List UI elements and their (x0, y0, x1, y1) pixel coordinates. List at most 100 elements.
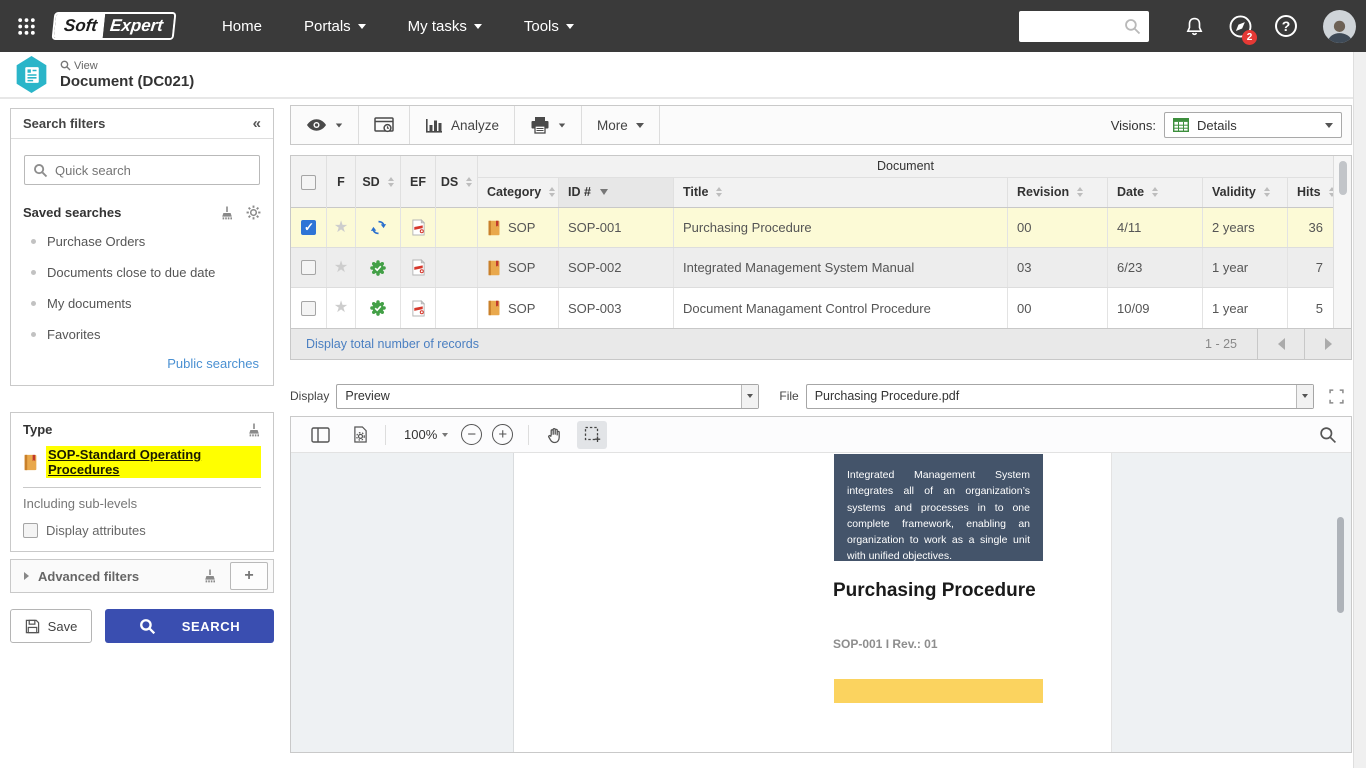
file-label: File (779, 389, 798, 403)
save-button[interactable]: Save (10, 609, 92, 643)
window-clock-icon (374, 117, 394, 134)
saved-search-item[interactable]: Favorites (23, 319, 261, 350)
display-attributes-toggle[interactable]: Display attributes (23, 523, 261, 538)
help-icon[interactable]: ? (1263, 15, 1309, 37)
table-header: F SD EF DS Document Category ID # Title … (291, 156, 1333, 208)
col-category[interactable]: Category (478, 178, 559, 207)
col-hits[interactable]: Hits (1288, 178, 1333, 207)
prev-page-button[interactable] (1257, 329, 1304, 359)
toggle-sidebar-icon[interactable] (305, 421, 335, 449)
col-title[interactable]: Title (674, 178, 1008, 207)
saved-searches-section: Saved searches Purchase Orders Documents… (11, 199, 273, 385)
zoom-out-icon[interactable]: − (461, 424, 482, 445)
print-button[interactable] (515, 106, 582, 144)
col-sd[interactable]: SD (356, 156, 401, 208)
clear-filter-icon[interactable] (203, 569, 217, 583)
gear-icon[interactable] (246, 205, 261, 220)
type-selected-link[interactable]: SOP-Standard Operating Procedures (46, 446, 261, 478)
fullscreen-icon[interactable] (1329, 389, 1344, 404)
saved-searches-title: Saved searches (23, 205, 208, 220)
col-ds[interactable]: DS (436, 156, 478, 208)
helpdesk-icon[interactable]: 2 (1217, 14, 1263, 39)
quick-search-input[interactable] (55, 163, 251, 178)
menu-portals[interactable]: Portals (283, 0, 387, 52)
search-filters-header: Search filters « (11, 109, 273, 139)
page-settings-icon[interactable] (345, 421, 375, 449)
col-id[interactable]: ID # (559, 178, 674, 207)
pdf-file-icon[interactable] (411, 259, 426, 276)
col-f[interactable]: F (327, 156, 356, 208)
table-view-icon (1173, 118, 1189, 132)
display-total-link[interactable]: Display total number of records (291, 337, 1205, 351)
table-row[interactable]: ★ SOP SOP-003 Document Managament Contro… (291, 288, 1333, 328)
public-searches-link[interactable]: Public searches (23, 350, 261, 373)
caret-down-icon (1325, 123, 1333, 128)
search-button[interactable]: SEARCH (105, 609, 274, 643)
col-validity[interactable]: Validity (1203, 178, 1288, 207)
app-grid-icon[interactable] (13, 13, 39, 39)
col-date[interactable]: Date (1108, 178, 1203, 207)
add-filter-button[interactable]: + (230, 562, 268, 590)
title-block: View Document (DC021) (60, 60, 194, 90)
pdf-search-icon[interactable] (1319, 426, 1337, 444)
pdf-file-icon[interactable] (411, 300, 426, 317)
revision-schedule-button[interactable] (359, 106, 410, 144)
next-page-button[interactable] (1304, 329, 1351, 359)
results-table: F SD EF DS Document Category ID # Title … (290, 155, 1352, 329)
user-avatar[interactable] (1323, 10, 1356, 43)
top-navbar: Soft Expert Home Portals My tasks Tools … (0, 0, 1366, 52)
favorite-star-icon[interactable]: ★ (334, 260, 348, 276)
file-select[interactable]: Purchasing Procedure.pdf (806, 384, 1314, 409)
caret-down-icon (474, 24, 482, 29)
pdf-scrollbar-thumb[interactable] (1337, 517, 1344, 613)
notifications-bell-icon[interactable] (1171, 16, 1217, 37)
zoom-level-dropdown[interactable]: 100% (404, 427, 448, 442)
table-scrollbar[interactable] (1333, 156, 1351, 328)
zoom-in-icon[interactable]: + (492, 424, 513, 445)
more-button[interactable]: More (582, 106, 660, 144)
visions-dropdown[interactable]: Details (1164, 112, 1342, 138)
favorite-star-icon[interactable]: ★ (334, 300, 348, 316)
row-checkbox[interactable] (301, 220, 316, 235)
divider (23, 487, 261, 488)
col-revision[interactable]: Revision (1008, 178, 1108, 207)
marquee-select-icon[interactable] (577, 421, 607, 449)
clear-filter-icon[interactable] (247, 423, 261, 437)
display-attributes-checkbox[interactable] (23, 523, 38, 538)
favorite-star-icon[interactable]: ★ (334, 220, 348, 236)
select-all-checkbox[interactable] (301, 175, 316, 190)
status-in-revision-icon (370, 219, 387, 236)
next-arrow-icon (1325, 338, 1332, 350)
pdf-file-icon[interactable] (411, 219, 426, 236)
floppy-icon (25, 619, 40, 634)
col-ef[interactable]: EF (401, 156, 436, 208)
saved-search-item[interactable]: Documents close to due date (23, 257, 261, 288)
softexpert-logo[interactable]: Soft Expert (52, 12, 177, 40)
saved-search-item[interactable]: Purchase Orders (23, 226, 261, 257)
pan-hand-icon[interactable] (539, 421, 569, 449)
window-scrollbar[interactable] (1353, 52, 1366, 768)
pdf-content[interactable]: Integrated Management System integrates … (291, 453, 1351, 752)
menu-home[interactable]: Home (201, 0, 283, 52)
row-checkbox[interactable] (301, 301, 316, 316)
display-select[interactable]: Preview (336, 384, 759, 409)
global-search-input[interactable] (1020, 19, 1124, 34)
view-button[interactable] (291, 106, 359, 144)
category-book-icon (487, 220, 501, 236)
row-checkbox[interactable] (301, 260, 316, 275)
caret-down-icon (566, 24, 574, 29)
advanced-filters-bar[interactable]: Advanced filters + (10, 559, 274, 593)
scrollbar-thumb[interactable] (1339, 161, 1347, 195)
pdf-page: Integrated Management System integrates … (515, 453, 1111, 752)
menu-tools[interactable]: Tools (503, 0, 595, 52)
table-row[interactable]: ★ SOP SOP-002 Integrated Management Syst… (291, 248, 1333, 288)
clear-filter-icon[interactable] (220, 206, 234, 220)
quick-search-box (24, 155, 260, 185)
table-row[interactable]: ★ SOP SOP-001 Purchasing Procedure 00 4/… (291, 208, 1333, 248)
collapse-sidebar-icon[interactable]: « (253, 115, 261, 132)
pdf-viewer: 100% − + Integrated Management System in… (290, 416, 1352, 753)
saved-search-item[interactable]: My documents (23, 288, 261, 319)
menu-my-tasks[interactable]: My tasks (387, 0, 503, 52)
analyze-button[interactable]: Analyze (410, 106, 515, 144)
search-icon[interactable] (1124, 18, 1141, 35)
